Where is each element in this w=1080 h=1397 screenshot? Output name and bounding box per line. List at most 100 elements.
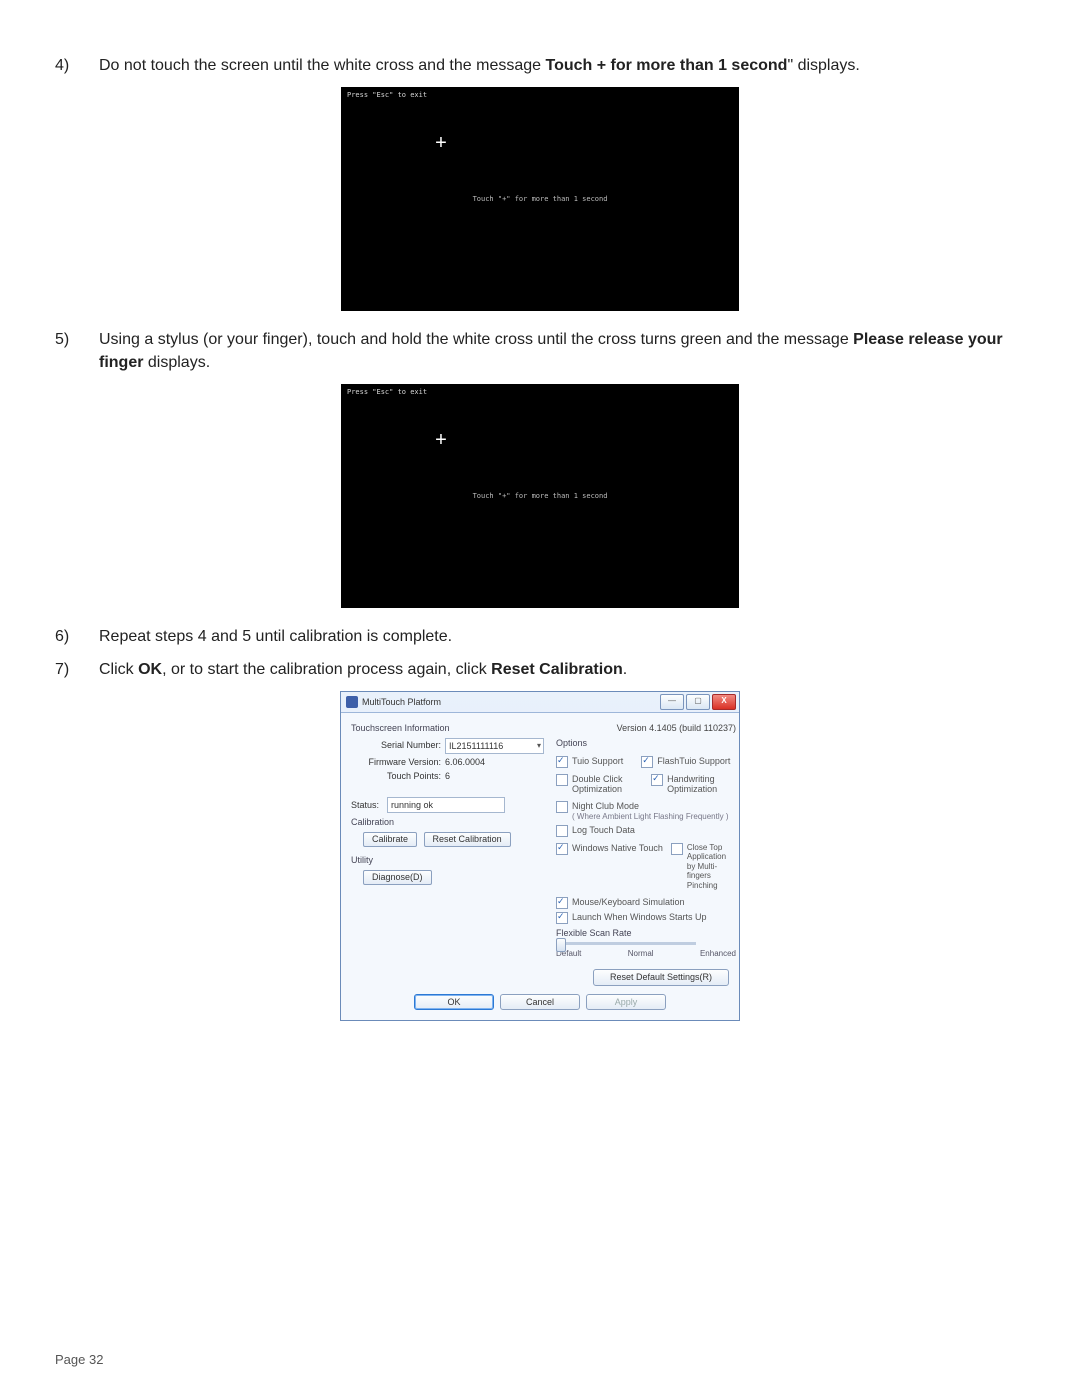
slider-thumb-icon (556, 938, 566, 952)
t: displays. (143, 354, 210, 371)
calibrate-button[interactable]: Calibrate (363, 832, 417, 847)
dialog-title: MultiTouch Platform (362, 697, 441, 708)
step-num: 5) (55, 329, 75, 374)
serial-dropdown[interactable]: IL2151111116 (445, 738, 544, 754)
group-flex-scan: Flexible Scan Rate (556, 928, 736, 939)
t-bold: OK (138, 661, 162, 678)
row-touchpoints: Touch Points: 6 (363, 771, 544, 782)
chk-label: Double Click Optimization (572, 774, 643, 796)
checkbox-icon (556, 825, 568, 837)
label: Firmware Version: (363, 757, 445, 768)
row-serial: Serial Number: IL2151111116 (363, 738, 544, 754)
reset-defaults-button[interactable]: Reset Default Settings(R) (593, 969, 729, 986)
dialog-titlebar: MultiTouch Platform — ▢ X (341, 692, 739, 713)
ok-button[interactable]: OK (414, 994, 494, 1011)
t-bold: Reset Calibration (491, 661, 623, 678)
maximize-button[interactable]: ▢ (686, 694, 710, 710)
status-box: running ok (387, 797, 505, 813)
chk-label: Launch When Windows Starts Up (572, 912, 707, 923)
group-utility: Utility (351, 855, 544, 866)
step-text: Using a stylus (or your finger), touch a… (99, 329, 1025, 374)
right-column: Version 4.1405 (build 110237) Options Tu… (556, 723, 736, 961)
chk-doubleclick[interactable]: Double Click Optimization (556, 774, 643, 796)
t: Do not touch the screen until the white … (99, 57, 545, 74)
esc-hint: Press "Esc" to exit (347, 91, 427, 99)
dialog-footer: Reset Default Settings(R) OK Cancel Appl… (341, 965, 739, 1021)
multitouch-dialog: MultiTouch Platform — ▢ X Touchscreen In… (340, 691, 740, 1022)
t: " displays. (787, 57, 859, 74)
checkbox-icon (651, 774, 663, 786)
value: 6 (445, 771, 505, 782)
group-touch-info: Touchscreen Information (351, 723, 544, 734)
t: , or to start the calibration process ag… (162, 661, 491, 678)
step-text: Repeat steps 4 and 5 until calibration i… (99, 626, 1025, 648)
step-7: 7) Click OK, or to start the calibration… (55, 659, 1025, 681)
chk-label: Log Touch Data (572, 825, 635, 836)
chk-nightclub[interactable]: Night Club Mode ( Where Ambient Light Fl… (556, 801, 736, 821)
chk-label: Night Club Mode (572, 801, 729, 812)
chk-tuio[interactable]: Tuio Support (556, 756, 623, 768)
step-4: 4) Do not touch the screen until the whi… (55, 55, 1025, 77)
chk-close-top[interactable]: Close Top Application by Multi-fingers P… (671, 843, 736, 891)
figure-dialog: MultiTouch Platform — ▢ X Touchscreen In… (55, 691, 1025, 1022)
chk-flashtuio[interactable]: FlashTuio Support (641, 756, 730, 768)
figure-calibration-2: Press "Esc" to exit + Touch "+" for more… (55, 384, 1025, 608)
row-firmware: Firmware Version: 6.06.0004 (363, 757, 544, 768)
t: Click (99, 661, 138, 678)
t-bold: Touch + for more than 1 second (545, 57, 787, 74)
app-icon (346, 696, 358, 708)
cancel-button[interactable]: Cancel (500, 994, 580, 1011)
checkbox-icon (556, 912, 568, 924)
chk-label: Handwriting Optimization (667, 774, 736, 796)
slider-label-enhanced: Enhanced (700, 949, 736, 959)
checkbox-icon (671, 843, 683, 855)
chk-label: Windows Native Touch (572, 843, 663, 854)
chk-handwriting[interactable]: Handwriting Optimization (651, 774, 736, 796)
cross-icon: + (435, 430, 447, 450)
touch-message: Touch "+" for more than 1 second (473, 195, 608, 203)
chk-windows-native[interactable]: Windows Native Touch (556, 843, 663, 891)
apply-button[interactable]: Apply (586, 994, 666, 1011)
chk-sublabel: ( Where Ambient Light Flashing Frequentl… (572, 812, 729, 822)
slider-label-normal: Normal (628, 949, 654, 959)
chk-label: FlashTuio Support (657, 756, 730, 767)
diagnose-button[interactable]: Diagnose(D) (363, 870, 432, 885)
figure-calibration-1: Press "Esc" to exit + Touch "+" for more… (55, 87, 1025, 311)
chk-launch[interactable]: Launch When Windows Starts Up (556, 912, 736, 924)
step-num: 6) (55, 626, 75, 648)
chk-label: Close Top Application by Multi-fingers P… (687, 843, 736, 891)
chk-label: Tuio Support (572, 756, 623, 767)
chk-log[interactable]: Log Touch Data (556, 825, 736, 837)
touch-message: Touch "+" for more than 1 second (473, 492, 608, 500)
minimize-button[interactable]: — (660, 694, 684, 710)
group-options: Options (556, 738, 736, 749)
cross-icon: + (435, 133, 447, 153)
label: Serial Number: (363, 740, 445, 751)
scan-rate-slider[interactable]: Default Normal Enhanced (556, 942, 736, 959)
close-button[interactable]: X (712, 694, 736, 710)
calibration-screen: Press "Esc" to exit + Touch "+" for more… (341, 384, 739, 608)
calibration-screen: Press "Esc" to exit + Touch "+" for more… (341, 87, 739, 311)
label: Status: (351, 800, 387, 811)
t: Using a stylus (or your finger), touch a… (99, 331, 853, 348)
label: Touch Points: (363, 771, 445, 782)
step-text: Click OK, or to start the calibration pr… (99, 659, 1025, 681)
step-num: 4) (55, 55, 75, 77)
checkbox-icon (556, 801, 568, 813)
dialog-body: Touchscreen Information Serial Number: I… (341, 713, 739, 965)
checkbox-icon (556, 774, 568, 786)
value: 6.06.0004 (445, 757, 505, 768)
reset-calibration-button[interactable]: Reset Calibration (424, 832, 511, 847)
t: . (623, 661, 627, 678)
chk-mks[interactable]: Mouse/Keyboard Simulation (556, 897, 736, 909)
checkbox-icon (556, 843, 568, 855)
step-6: 6) Repeat steps 4 and 5 until calibratio… (55, 626, 1025, 648)
left-column: Touchscreen Information Serial Number: I… (351, 723, 544, 961)
version-label: Version 4.1405 (build 110237) (556, 723, 736, 734)
group-calibration: Calibration (351, 817, 544, 828)
page-number: Page 32 (55, 1352, 103, 1367)
step-text: Do not touch the screen until the white … (99, 55, 1025, 77)
row-status: Status: running ok (351, 797, 544, 813)
step-num: 7) (55, 659, 75, 681)
esc-hint: Press "Esc" to exit (347, 388, 427, 396)
